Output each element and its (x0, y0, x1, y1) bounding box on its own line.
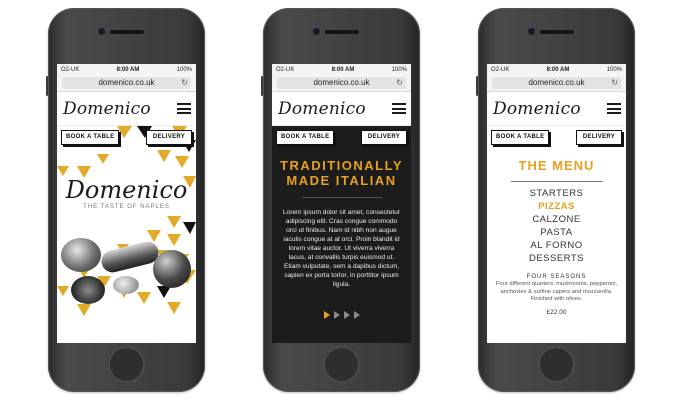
hero-logo: Domenico (65, 176, 188, 204)
status-bar: O2-UK 8:00 AM 100% (57, 64, 196, 75)
home-button[interactable] (538, 346, 575, 383)
url-text: domenico.co.uk (98, 78, 155, 87)
hamburger-icon[interactable] (392, 103, 406, 114)
mockup-stage: O2-UK 8:00 AM 100% domenico.co.uk ↻ Dome… (0, 0, 700, 400)
url-field[interactable]: domenico.co.uk ↻ (492, 77, 621, 89)
book-table-button[interactable]: BOOK A TABLE (491, 130, 550, 145)
menu-item-starters[interactable]: STARTERS (487, 187, 626, 200)
url-text: domenico.co.uk (528, 78, 585, 87)
reload-icon[interactable]: ↻ (611, 77, 618, 89)
carrier-label: O2-UK (276, 66, 295, 73)
battery-label: 100% (176, 66, 192, 73)
url-text: domenico.co.uk (313, 78, 370, 87)
about-section: TRADITIONALLY MADE ITALIAN Lorem ipsum d… (272, 148, 411, 343)
earpiece (325, 30, 359, 34)
phone-home: O2-UK 8:00 AM 100% domenico.co.uk ↻ Dome… (46, 8, 205, 392)
carrier-label: O2-UK (491, 66, 510, 73)
address-bar: domenico.co.uk ↻ (272, 75, 411, 92)
time-label: 8:00 AM (116, 66, 140, 73)
site-header: Domenico (57, 92, 196, 126)
onion-image (113, 276, 139, 294)
site-logo[interactable]: Domenico (63, 99, 151, 119)
menu-item-pasta[interactable]: PASTA (487, 226, 626, 239)
battery-label: 100% (606, 66, 622, 73)
status-bar: O2-UK 8:00 AM 100% (272, 64, 411, 75)
home-button[interactable] (108, 346, 145, 383)
book-table-button[interactable]: BOOK A TABLE (61, 130, 120, 145)
divider (301, 197, 382, 198)
action-buttons: BOOK A TABLE DELIVERY (57, 126, 196, 148)
time-label: 8:00 AM (331, 66, 355, 73)
url-field[interactable]: domenico.co.uk ↻ (62, 77, 191, 89)
tagline: THE TASTE OF NAPLES (83, 204, 170, 210)
about-title-line1: TRADITIONALLY (280, 158, 404, 173)
site-logo[interactable]: Domenico (278, 99, 366, 119)
slide-indicator-2[interactable] (333, 311, 340, 319)
address-bar: domenico.co.uk ↻ (57, 75, 196, 92)
camera-icon (313, 28, 320, 35)
slide-indicator-4[interactable] (353, 311, 360, 319)
slide-indicator-1[interactable] (323, 311, 330, 319)
menu-item-desserts[interactable]: DESSERTS (487, 252, 626, 265)
garlic-image (61, 238, 101, 272)
time-label: 8:00 AM (546, 66, 570, 73)
dish-description: Four different quarters: mushrooms, pepp… (495, 281, 618, 302)
site-header: Domenico (487, 92, 626, 126)
screen-menu: O2-UK 8:00 AM 100% domenico.co.uk ↻ Dome… (487, 64, 626, 343)
menu-item-calzone[interactable]: CALZONE (487, 213, 626, 226)
reload-icon[interactable]: ↻ (181, 77, 188, 89)
delivery-button[interactable]: DELIVERY (146, 130, 192, 145)
divider (510, 181, 603, 182)
camera-icon (98, 28, 105, 35)
herb-image (71, 276, 105, 304)
action-buttons: BOOK A TABLE DELIVERY (487, 126, 626, 148)
phone-menu: O2-UK 8:00 AM 100% domenico.co.uk ↻ Dome… (476, 8, 635, 392)
menu-item-al-forno[interactable]: AL FORNO (487, 239, 626, 252)
delivery-button[interactable]: DELIVERY (361, 130, 407, 145)
battery-label: 100% (391, 66, 407, 73)
book-table-button[interactable]: BOOK A TABLE (276, 130, 335, 145)
site-header: Domenico (272, 92, 411, 126)
earpiece (540, 30, 574, 34)
about-title-line2: MADE ITALIAN (286, 173, 397, 188)
url-field[interactable]: domenico.co.uk ↻ (277, 77, 406, 89)
menu-section: THE MENU STARTERS PIZZAS CALZONE PASTA A… (487, 148, 626, 343)
screen-home: O2-UK 8:00 AM 100% domenico.co.uk ↻ Dome… (57, 64, 196, 343)
about-body: Lorem ipsum dolor sit amet, consectetur … (282, 209, 401, 288)
slide-indicator-3[interactable] (343, 311, 350, 319)
screen-about: O2-UK 8:00 AM 100% domenico.co.uk ↻ Dome… (272, 64, 411, 343)
hamburger-icon[interactable] (177, 103, 191, 114)
delivery-button[interactable]: DELIVERY (576, 130, 622, 145)
camera-icon (528, 28, 535, 35)
hamburger-icon[interactable] (607, 103, 621, 114)
menu-item-pizzas[interactable]: PIZZAS (487, 200, 626, 213)
action-buttons: BOOK A TABLE DELIVERY (272, 126, 411, 148)
slide-indicators (280, 311, 403, 319)
site-logo[interactable]: Domenico (493, 99, 581, 119)
status-bar: O2-UK 8:00 AM 100% (487, 64, 626, 75)
carrier-label: O2-UK (61, 66, 80, 73)
phone-about: O2-UK 8:00 AM 100% domenico.co.uk ↻ Dome… (261, 8, 420, 392)
reload-icon[interactable]: ↻ (396, 77, 403, 89)
menu-title: THE MENU (518, 158, 595, 173)
dish-price: £22.00 (546, 308, 567, 316)
earpiece (110, 30, 144, 34)
address-bar: domenico.co.uk ↻ (487, 75, 626, 92)
tomato-image (153, 250, 191, 288)
hero-section: BOOK A TABLE DELIVERY Domenico THE TASTE… (57, 126, 196, 322)
home-button[interactable] (323, 346, 360, 383)
